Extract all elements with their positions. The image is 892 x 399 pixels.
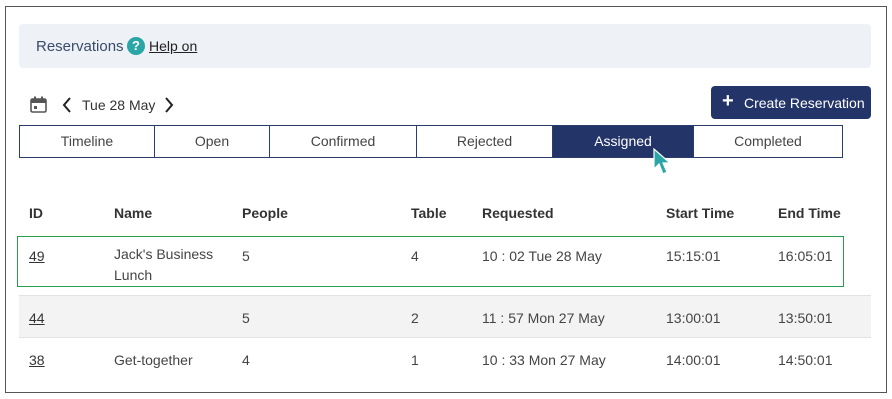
tab-timeline[interactable]: Timeline (19, 125, 155, 158)
table-row[interactable]: 38 Get-together 4 1 10 : 33 Mon 27 May 1… (19, 337, 871, 379)
reservation-id-link[interactable]: 49 (29, 248, 45, 264)
reservation-name: Jack's Business Lunch (114, 246, 214, 283)
help-link[interactable]: Help on (149, 38, 197, 54)
create-reservation-label: Create Reservation (744, 95, 865, 111)
reservation-people: 5 (242, 248, 250, 264)
column-header-start-time[interactable]: Start Time (666, 205, 734, 221)
column-header-name[interactable]: Name (114, 205, 152, 221)
tab-rejected[interactable]: Rejected (416, 125, 553, 158)
reservation-id-link[interactable]: 38 (29, 352, 45, 368)
reservation-end-time: 16:05:01 (778, 248, 833, 264)
reservation-end-time: 14:50:01 (778, 352, 833, 368)
reservation-requested: 10 : 02 Tue 28 May (482, 248, 602, 264)
table-row[interactable]: 49 Jack's Business Lunch 5 4 10 : 02 Tue… (17, 236, 844, 287)
tab-confirmed[interactable]: Confirmed (269, 125, 417, 158)
tab-completed[interactable]: Completed (693, 125, 843, 158)
reservation-table: 4 (411, 248, 419, 264)
reservation-requested: 11 : 57 Mon 27 May (482, 310, 605, 326)
reservation-start-time: 15:15:01 (666, 248, 721, 264)
column-header-table[interactable]: Table (411, 205, 447, 221)
reservation-table: 1 (411, 352, 419, 368)
reservation-name: Get-together (114, 352, 193, 368)
reservation-requested: 10 : 33 Mon 27 May (482, 352, 606, 368)
reservation-end-time: 13:50:01 (778, 310, 833, 326)
reservation-people: 5 (242, 310, 250, 326)
tab-assigned[interactable]: Assigned (552, 125, 694, 158)
plus-icon: + (722, 90, 734, 112)
chevron-right-icon[interactable] (163, 96, 175, 114)
table-row[interactable]: 44 5 2 11 : 57 Mon 27 May 13:00:01 13:50… (19, 295, 871, 337)
header-bar: Reservations ? Help on (19, 24, 871, 68)
calendar-icon[interactable] (30, 96, 47, 113)
chevron-left-icon[interactable] (61, 96, 73, 114)
reservation-table: 2 (411, 310, 419, 326)
column-header-id[interactable]: ID (29, 205, 43, 221)
reservation-id-link[interactable]: 44 (29, 310, 45, 326)
page-title: Reservations (36, 38, 124, 55)
column-header-people[interactable]: People (242, 205, 288, 221)
reservation-people: 4 (242, 352, 250, 368)
column-header-end-time[interactable]: End Time (778, 205, 841, 221)
create-reservation-button[interactable]: + Create Reservation (711, 86, 871, 119)
help-icon[interactable]: ? (127, 37, 145, 55)
current-date: Tue 28 May (82, 97, 156, 113)
reservation-start-time: 13:00:01 (666, 310, 721, 326)
mouse-cursor-icon (653, 148, 672, 175)
tab-open[interactable]: Open (154, 125, 270, 158)
column-header-requested[interactable]: Requested (482, 205, 554, 221)
reservation-start-time: 14:00:01 (666, 352, 721, 368)
